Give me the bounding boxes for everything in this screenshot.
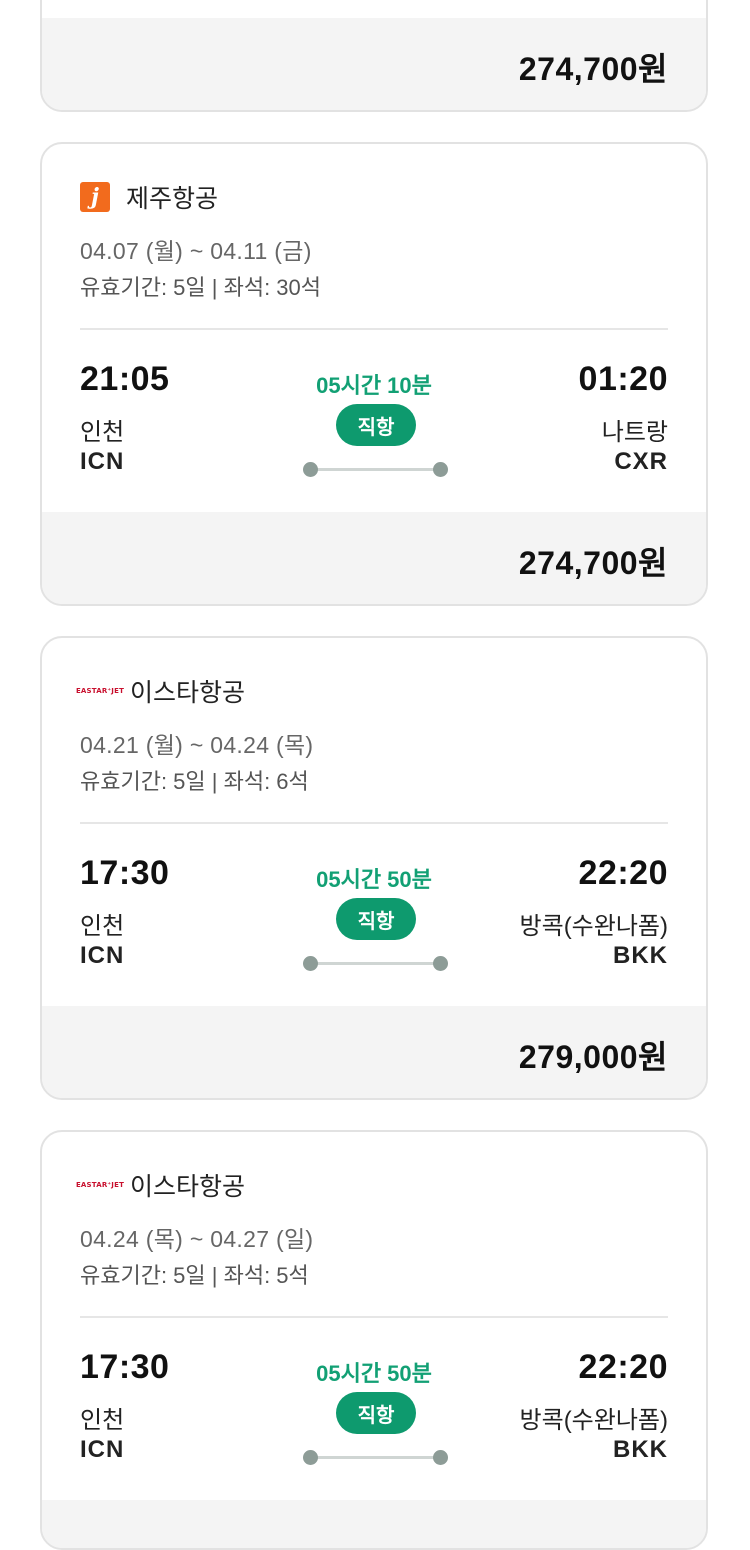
flight-card[interactable]: EASTAR⁺JET 이스타항공 04.21 (월) ~ 04.24 (목) 유… bbox=[40, 636, 708, 1100]
arrival-code: BKK bbox=[613, 1436, 668, 1463]
arrival-city: 나트랑 bbox=[601, 419, 668, 446]
price-bar bbox=[42, 1500, 706, 1548]
direct-flight-badge: 직항 bbox=[336, 898, 416, 940]
departure-code: ICN bbox=[80, 942, 125, 969]
divider bbox=[80, 328, 668, 330]
eastar-jet-logo-icon: EASTAR⁺JET bbox=[75, 1181, 125, 1189]
price-bar: 274,700원 bbox=[42, 512, 706, 604]
departure-city: 인천 bbox=[80, 913, 125, 940]
direct-flight-badge: 직항 bbox=[336, 1392, 416, 1434]
direct-flight-badge: 직항 bbox=[336, 404, 416, 446]
flight-card[interactable]: EASTAR⁺JET 이스타항공 04.24 (목) ~ 04.27 (일) 유… bbox=[40, 1130, 708, 1550]
jeju-air-logo-icon: j bbox=[80, 182, 110, 212]
price: 274,700원 bbox=[518, 545, 668, 581]
airline-row: EASTAR⁺JET 이스타항공 bbox=[75, 1168, 246, 1202]
route-line bbox=[310, 468, 442, 471]
travel-dates: 04.07 (월) ~ 04.11 (금) bbox=[80, 238, 312, 264]
validity-seats: 유효기간: 5일 | 좌석: 5석 bbox=[80, 1263, 309, 1288]
airline-row: EASTAR⁺JET 이스타항공 bbox=[75, 674, 246, 708]
divider bbox=[80, 822, 668, 824]
travel-dates: 04.21 (월) ~ 04.24 (목) bbox=[80, 732, 314, 758]
departure-city: 인천 bbox=[80, 419, 125, 446]
departure-code: ICN bbox=[80, 1436, 125, 1463]
route-destination-dot-icon bbox=[433, 1450, 448, 1465]
validity-seats: 유효기간: 5일 | 좌석: 6석 bbox=[80, 769, 309, 794]
arrival-time: 01:20 bbox=[578, 360, 668, 398]
route-origin-dot-icon bbox=[303, 1450, 318, 1465]
arrival-time: 22:20 bbox=[578, 1348, 668, 1386]
airline-name: 이스타항공 bbox=[130, 1173, 246, 1201]
route-origin-dot-icon bbox=[303, 462, 318, 477]
price-bar: 274,700원 bbox=[42, 18, 706, 110]
price: 274,700원 bbox=[518, 51, 668, 87]
divider bbox=[80, 1316, 668, 1318]
airline-name: 이스타항공 bbox=[130, 679, 246, 707]
route-destination-dot-icon bbox=[433, 956, 448, 971]
flight-card[interactable]: 274,700원 bbox=[40, 0, 708, 112]
departure-city: 인천 bbox=[80, 1407, 125, 1434]
arrival-code: CXR bbox=[614, 448, 668, 475]
flight-card[interactable]: j 제주항공 04.07 (월) ~ 04.11 (금) 유효기간: 5일 | … bbox=[40, 142, 708, 606]
validity-seats: 유효기간: 5일 | 좌석: 30석 bbox=[80, 275, 322, 300]
route-destination-dot-icon bbox=[433, 462, 448, 477]
route-line bbox=[310, 962, 442, 965]
arrival-city: 방콕(수완나폼) bbox=[519, 913, 668, 940]
route-origin-dot-icon bbox=[303, 956, 318, 971]
arrival-time: 22:20 bbox=[578, 854, 668, 892]
airline-name: 제주항공 bbox=[126, 185, 219, 213]
price-bar: 279,000원 bbox=[42, 1006, 706, 1098]
arrival-code: BKK bbox=[613, 942, 668, 969]
arrival-city: 방콕(수완나폼) bbox=[519, 1407, 668, 1434]
travel-dates: 04.24 (목) ~ 04.27 (일) bbox=[80, 1226, 314, 1252]
departure-code: ICN bbox=[80, 448, 125, 475]
price: 279,000원 bbox=[518, 1039, 668, 1075]
airline-row: j 제주항공 bbox=[80, 180, 218, 214]
route-line bbox=[310, 1456, 442, 1459]
eastar-jet-logo-icon: EASTAR⁺JET bbox=[75, 687, 125, 695]
